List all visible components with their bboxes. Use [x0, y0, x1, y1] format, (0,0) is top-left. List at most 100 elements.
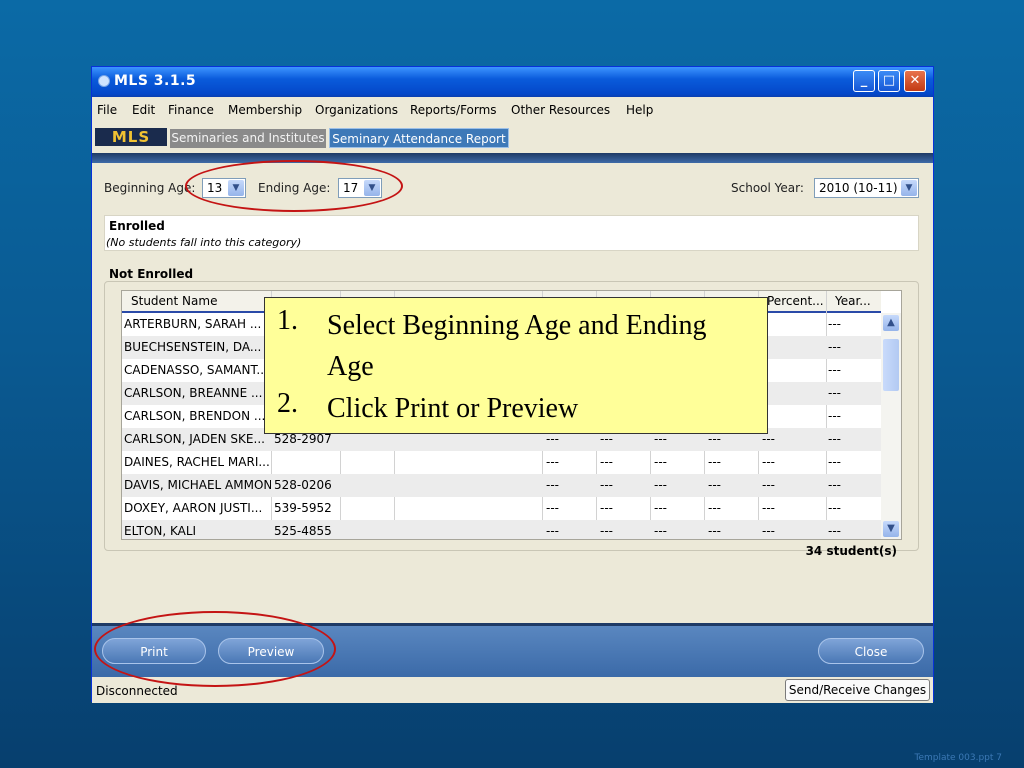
student-id: 528-2907 [274, 432, 332, 446]
data-value: --- [654, 432, 667, 446]
header-percent[interactable]: Percent... [767, 294, 824, 308]
student-name: CADENASSO, SAMANT... [124, 363, 268, 377]
student-id: 539-5952 [274, 501, 332, 515]
data-value: --- [708, 501, 721, 515]
menu-edit[interactable]: Edit [132, 103, 155, 117]
student-count: 34 student(s) [805, 544, 897, 558]
year-value: --- [828, 386, 841, 400]
data-value: --- [708, 478, 721, 492]
year-value: --- [828, 363, 841, 377]
menu-other-resources[interactable]: Other Resources [511, 103, 610, 117]
slide-footer: Template 003.ppt 7 [914, 753, 1002, 763]
scroll-down-icon[interactable]: ▼ [883, 521, 899, 537]
window-title: MLS 3.1.5 [114, 73, 197, 89]
data-value: --- [546, 432, 559, 446]
data-value: --- [708, 524, 721, 538]
menu-help[interactable]: Help [626, 103, 653, 117]
header-student-name[interactable]: Student Name [131, 294, 217, 308]
data-value: --- [708, 455, 721, 469]
data-value: --- [654, 478, 667, 492]
table-row[interactable]: ELTON, KALI 525-4855 --- --- --- --- ---… [122, 520, 881, 539]
enrolled-empty-message: (No students fall into this category) [106, 236, 302, 249]
data-value: --- [600, 455, 613, 469]
menu-file[interactable]: File [97, 103, 117, 117]
menu-membership[interactable]: Membership [228, 103, 302, 117]
not-enrolled-title: Not Enrolled [109, 267, 194, 281]
send-receive-button[interactable]: Send/Receive Changes [785, 679, 930, 701]
print-preview-highlight-ring [94, 611, 336, 687]
student-name: DAVIS, MICHAEL AMMON [124, 478, 271, 492]
step-text: Select Beginning Age and Ending Age [327, 310, 707, 382]
data-value: --- [654, 501, 667, 515]
percent-value: --- [762, 501, 775, 515]
school-year-value: 2010 (10-11) [819, 181, 898, 195]
step-number: 1. [277, 305, 298, 336]
student-name: BUECHSENSTEIN, DA... [124, 340, 262, 354]
menu-bar: File Edit Finance Membership Organizatio… [92, 97, 933, 123]
percent-value: --- [762, 455, 775, 469]
year-value: --- [828, 455, 841, 469]
data-value: --- [546, 455, 559, 469]
menu-reports-forms[interactable]: Reports/Forms [410, 103, 497, 117]
menu-finance[interactable]: Finance [168, 103, 214, 117]
school-year-label: School Year: [731, 181, 804, 195]
data-value: --- [546, 478, 559, 492]
data-value: --- [600, 478, 613, 492]
year-value: --- [828, 524, 841, 538]
vertical-scrollbar[interactable]: ▲ ▼ [881, 313, 901, 539]
year-value: --- [828, 340, 841, 354]
student-name: DAINES, RACHEL MARI... [124, 455, 269, 469]
tab-seminary-attendance-report[interactable]: Seminary Attendance Report [329, 128, 509, 148]
instruction-callout: 1. Select Beginning Age and Ending Age 2… [264, 297, 768, 434]
data-value: --- [600, 524, 613, 538]
mls-logo: MLS [95, 128, 167, 146]
student-id: 528-0206 [274, 478, 332, 492]
step-text: Click Print or Preview [327, 393, 579, 424]
data-value: --- [654, 455, 667, 469]
percent-value: --- [762, 432, 775, 446]
close-window-button[interactable]: ✕ [904, 70, 926, 92]
data-value: --- [654, 524, 667, 538]
data-value: --- [600, 432, 613, 446]
maximize-button[interactable]: □ [878, 70, 900, 92]
menu-organizations[interactable]: Organizations [315, 103, 398, 117]
student-name: CARLSON, BREANNE ... [124, 386, 263, 400]
tab-bar: MLS Seminaries and Institutes Seminary A… [92, 123, 933, 151]
beginning-age-label: Beginning Age: [104, 181, 196, 195]
year-value: --- [828, 432, 841, 446]
data-value: --- [546, 524, 559, 538]
close-button[interactable]: Close [818, 638, 924, 664]
minimize-button[interactable]: _ [853, 70, 875, 92]
enrolled-title: Enrolled [109, 219, 165, 233]
year-value: --- [828, 478, 841, 492]
table-row[interactable]: DAVIS, MICHAEL AMMON 528-0206 --- --- --… [122, 474, 881, 497]
data-value: --- [600, 501, 613, 515]
school-year-select[interactable]: 2010 (10-11) ▼ [814, 178, 919, 198]
percent-value: --- [762, 478, 775, 492]
connection-status: Disconnected [96, 684, 178, 698]
student-name: DOXEY, AARON JUSTI... [124, 501, 263, 515]
table-row[interactable]: DOXEY, AARON JUSTI... 539-5952 --- --- -… [122, 497, 881, 520]
year-value: --- [828, 501, 841, 515]
year-value: --- [828, 409, 841, 423]
table-row[interactable]: DAINES, RACHEL MARI... --- --- --- --- -… [122, 451, 881, 474]
student-name: CARLSON, BRENDON ... [124, 409, 266, 423]
percent-value: --- [762, 524, 775, 538]
data-value: --- [708, 432, 721, 446]
chevron-down-icon: ▼ [901, 180, 917, 196]
header-year[interactable]: Year... [835, 294, 871, 308]
scroll-up-icon[interactable]: ▲ [883, 315, 899, 331]
step-number: 2. [277, 388, 298, 419]
student-id: 525-4855 [274, 524, 332, 538]
app-icon [98, 75, 110, 87]
student-name: ARTERBURN, SARAH ... [124, 317, 262, 331]
tab-seminaries-and-institutes[interactable]: Seminaries and Institutes [170, 129, 326, 148]
scroll-thumb[interactable] [883, 339, 899, 391]
year-value: --- [828, 317, 841, 331]
title-bar[interactable]: MLS 3.1.5 _ □ ✕ [92, 67, 933, 97]
header-strip [92, 153, 933, 163]
student-name: ELTON, KALI [124, 524, 197, 538]
student-name: CARLSON, JADEN SKE... [124, 432, 265, 446]
enrolled-group: Enrolled (No students fall into this cat… [104, 215, 919, 251]
age-highlight-ring [185, 160, 403, 212]
